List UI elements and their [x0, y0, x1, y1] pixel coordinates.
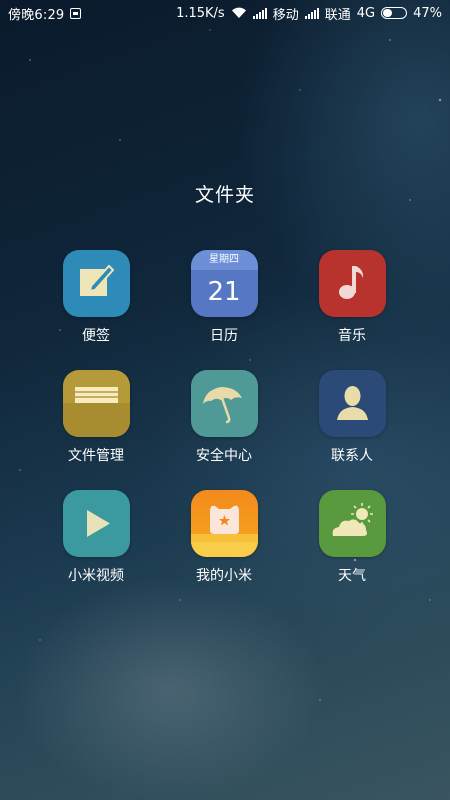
battery-icon — [381, 7, 408, 19]
status-time: 傍晚6:29 — [8, 7, 65, 23]
app-file-manager[interactable]: 文件管理 — [32, 370, 160, 490]
app-my-mi[interactable]: 我的小米 — [160, 490, 288, 610]
app-label: 音乐 — [338, 328, 366, 344]
wifi-icon — [231, 7, 247, 19]
app-label: 我的小米 — [196, 568, 252, 584]
app-label: 安全中心 — [196, 448, 252, 464]
calendar-icon: 星期四 21 — [190, 250, 258, 317]
contact-icon — [318, 370, 386, 437]
app-label: 日历 — [210, 328, 238, 344]
app-label: 联系人 — [331, 448, 373, 464]
app-calendar[interactable]: 星期四 21 日历 — [160, 250, 288, 370]
music-icon — [318, 250, 386, 317]
app-notes[interactable]: 便签 — [32, 250, 160, 370]
app-label: 文件管理 — [68, 448, 124, 464]
app-label: 小米视频 — [68, 568, 124, 584]
app-security-center[interactable]: 安全中心 — [160, 370, 288, 490]
network-speed: 1.15K/s — [176, 5, 225, 21]
calendar-weekday: 星期四 — [209, 254, 239, 265]
app-label: 便签 — [82, 328, 110, 344]
notification-icon — [70, 7, 82, 19]
home-screen: 傍晚6:29 1.15K/s 移动 联通 4G 47% 文件夹 便签 星期四 2… — [0, 0, 450, 800]
folder-icon — [62, 370, 130, 437]
mi-bear-icon — [190, 490, 258, 557]
weather-icon — [318, 490, 386, 557]
carrier-2: 联通 — [324, 7, 351, 23]
app-contacts[interactable]: 联系人 — [288, 370, 416, 490]
status-left: 傍晚6:29 — [8, 4, 82, 23]
app-grid: 便签 星期四 21 日历 音乐 文件管理 安全中心 联系人 小米视频 我的小米 … — [32, 250, 418, 610]
notes-icon — [62, 250, 130, 317]
app-label: 天气 — [338, 568, 366, 584]
battery-percent: 47% — [413, 5, 442, 21]
carrier-1: 移动 — [272, 7, 299, 23]
app-music[interactable]: 音乐 — [288, 250, 416, 370]
folder-title[interactable]: 文件夹 — [0, 180, 450, 207]
umbrella-icon — [190, 370, 258, 437]
calendar-day: 21 — [207, 277, 241, 307]
app-mi-video[interactable]: 小米视频 — [32, 490, 160, 610]
status-right: 1.15K/s 移动 联通 4G 47% — [176, 4, 442, 23]
network-type: 4G — [356, 5, 376, 21]
signal-icon — [304, 7, 319, 19]
status-bar: 傍晚6:29 1.15K/s 移动 联通 4G 47% — [0, 0, 450, 26]
video-play-icon — [62, 490, 130, 557]
app-weather[interactable]: 天气 — [288, 490, 416, 610]
signal-icon — [252, 7, 267, 19]
